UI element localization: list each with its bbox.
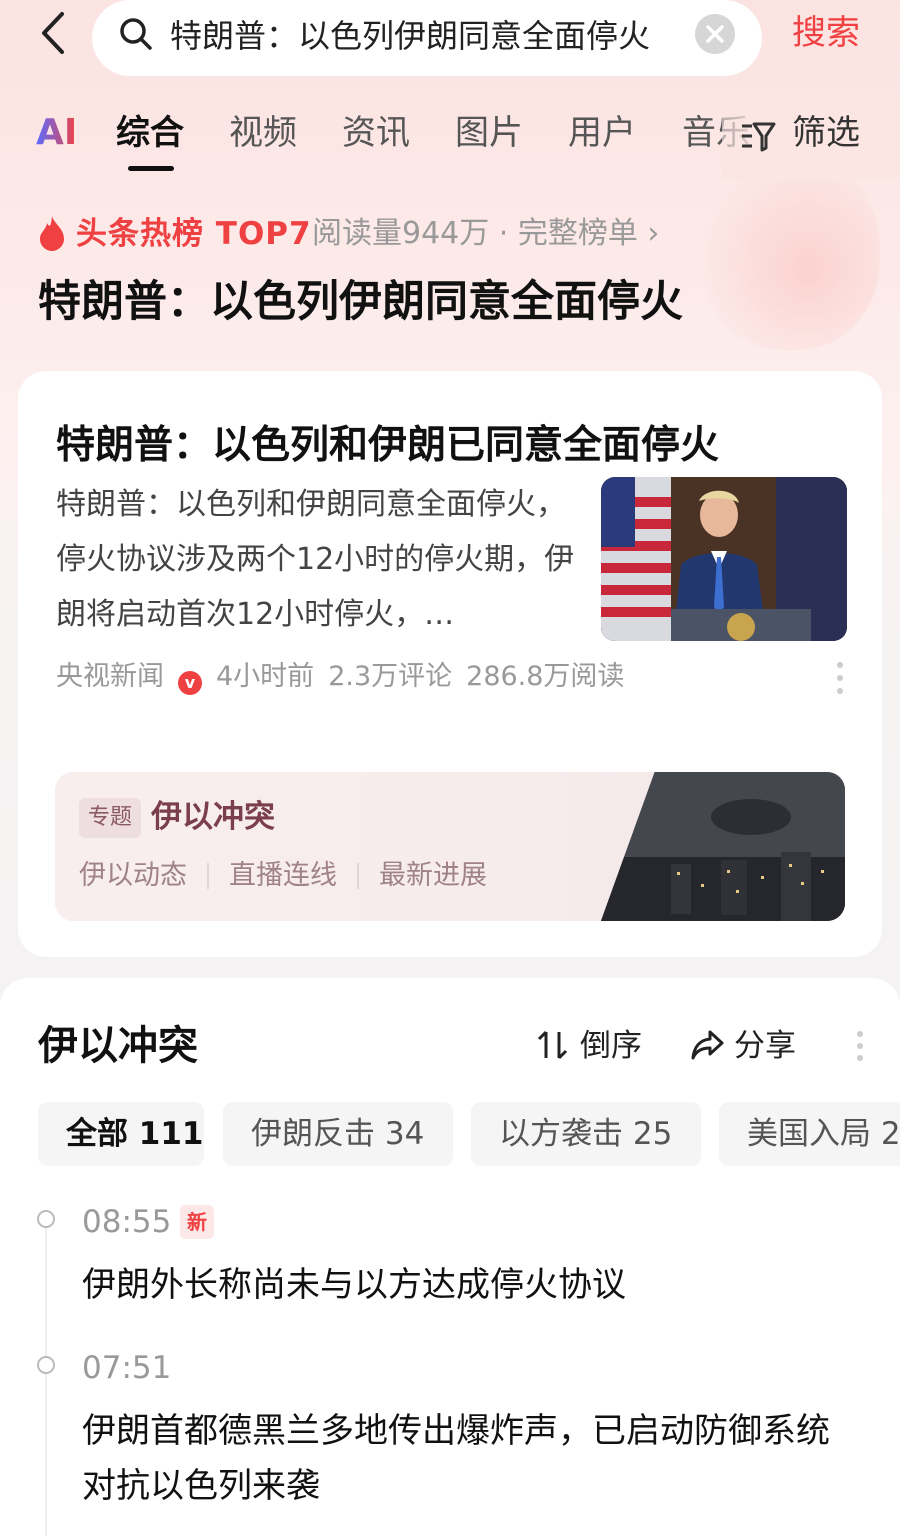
active-tab-indicator [128,166,174,171]
sort-label: 倒序 [580,1028,642,1064]
topic-badge: 专题 [79,798,141,838]
timeline-line [45,1228,47,1536]
topic-image [601,772,845,921]
timeline-text[interactable]: 伊朗外长称尚未与以方达成停火协议 [82,1258,862,1313]
filter-icon [742,122,776,152]
tab-comprehensive[interactable]: 综合 [116,110,184,156]
filter-label: 筛选 [792,113,860,153]
tab-news[interactable]: 资讯 [342,110,410,156]
sort-button[interactable]: 倒序 [536,1024,642,1068]
more-options-icon[interactable] [856,1030,864,1062]
chip-israel-strike[interactable]: 以方袭击 25 [471,1102,701,1166]
timeline-dot [37,1356,55,1374]
share-label: 分享 [734,1028,796,1064]
topic-links: 伊以动态 直播连线 最新进展 [79,856,487,896]
article-summary[interactable]: 特朗普：以色列和伊朗同意全面停火，停火协议涉及两个12小时的停火期，伊朗将启动首… [56,477,576,642]
hot-rank-row[interactable]: 头条热榜 TOP7 阅读量944万 · 完整榜单 › [36,212,856,256]
topic-card[interactable]: 专题 伊以冲突 伊以动态 直播连线 最新进展 [55,772,845,921]
search-icon [120,18,152,50]
verified-badge-icon: v [178,671,202,695]
timeline-time: 07:51 [82,1350,172,1386]
chip-all[interactable]: 全部 111 [38,1102,204,1166]
hot-rank-meta[interactable]: 阅读量944万 · 完整榜单 › [312,212,659,256]
sort-icon [537,1030,568,1060]
search-bar-row: 特朗普：以色列伊朗同意全面停火 搜索 [0,0,900,78]
search-input[interactable]: 特朗普：以色列伊朗同意全面停火 [170,14,690,58]
divider [207,863,209,889]
tab-video[interactable]: 视频 [229,110,297,156]
clear-icon[interactable] [695,14,735,54]
tab-images[interactable]: 图片 [455,110,523,156]
page-title: 特朗普：以色列伊朗同意全面停火 [38,277,683,327]
chip-iran-counterattack[interactable]: 伊朗反击 34 [223,1102,453,1166]
timeline-dot [37,1210,55,1228]
filter-button[interactable]: 筛选 [722,100,900,180]
divider [357,863,359,889]
article-title[interactable]: 特朗普：以色列和伊朗已同意全面停火 [56,419,719,473]
article-meta: 央视新闻 v 4小时前 2.3万评论 286.8万阅读 [56,657,846,697]
timeline-section: 伊以冲突 倒序 分享 全部 111 伊朗反击 34 以方袭击 25 美国入局 2… [0,978,900,1536]
filter-chips: 全部 111 伊朗反击 34 以方袭击 25 美国入局 2 [38,1102,900,1166]
topic-link-progress[interactable]: 最新进展 [379,856,487,896]
article-time: 4小时前 [216,661,315,692]
timeline-time: 08:55 [82,1204,172,1240]
article-reads: 286.8万阅读 [466,661,625,692]
tab-ai[interactable]: AI [36,110,77,156]
more-options-icon[interactable] [836,661,844,695]
topic-title[interactable]: 伊以冲突 [151,794,275,840]
new-badge: 新 [180,1205,214,1239]
timeline-text[interactable]: 伊朗首都德黑兰多地传出爆炸声，已启动防御系统对抗以色列来袭 [82,1404,862,1514]
chip-us-involvement[interactable]: 美国入局 2 [719,1102,900,1166]
topic-link-live[interactable]: 直播连线 [229,856,337,896]
search-box[interactable]: 特朗普：以色列伊朗同意全面停火 [92,0,762,76]
tab-bar: AI 综合 视频 资讯 图片 用户 音乐 筛选 [0,100,900,180]
search-submit-button[interactable]: 搜索 [792,10,860,56]
flame-icon [40,216,64,251]
hot-rank-title: 头条热榜 TOP7 [76,216,312,252]
share-icon [691,1030,724,1060]
article-card[interactable]: 特朗普：以色列和伊朗已同意全面停火 特朗普：以色列和伊朗同意全面停火，停火协议涉… [18,371,882,957]
article-source[interactable]: 央视新闻 [56,657,164,697]
share-button[interactable]: 分享 [690,1024,796,1068]
back-arrow-icon[interactable] [30,8,80,58]
article-comments: 2.3万评论 [328,661,453,692]
section-title: 伊以冲突 [38,1023,198,1069]
topic-link-dynamics[interactable]: 伊以动态 [79,856,187,896]
tab-users[interactable]: 用户 [568,110,636,156]
article-thumbnail[interactable] [601,477,847,641]
